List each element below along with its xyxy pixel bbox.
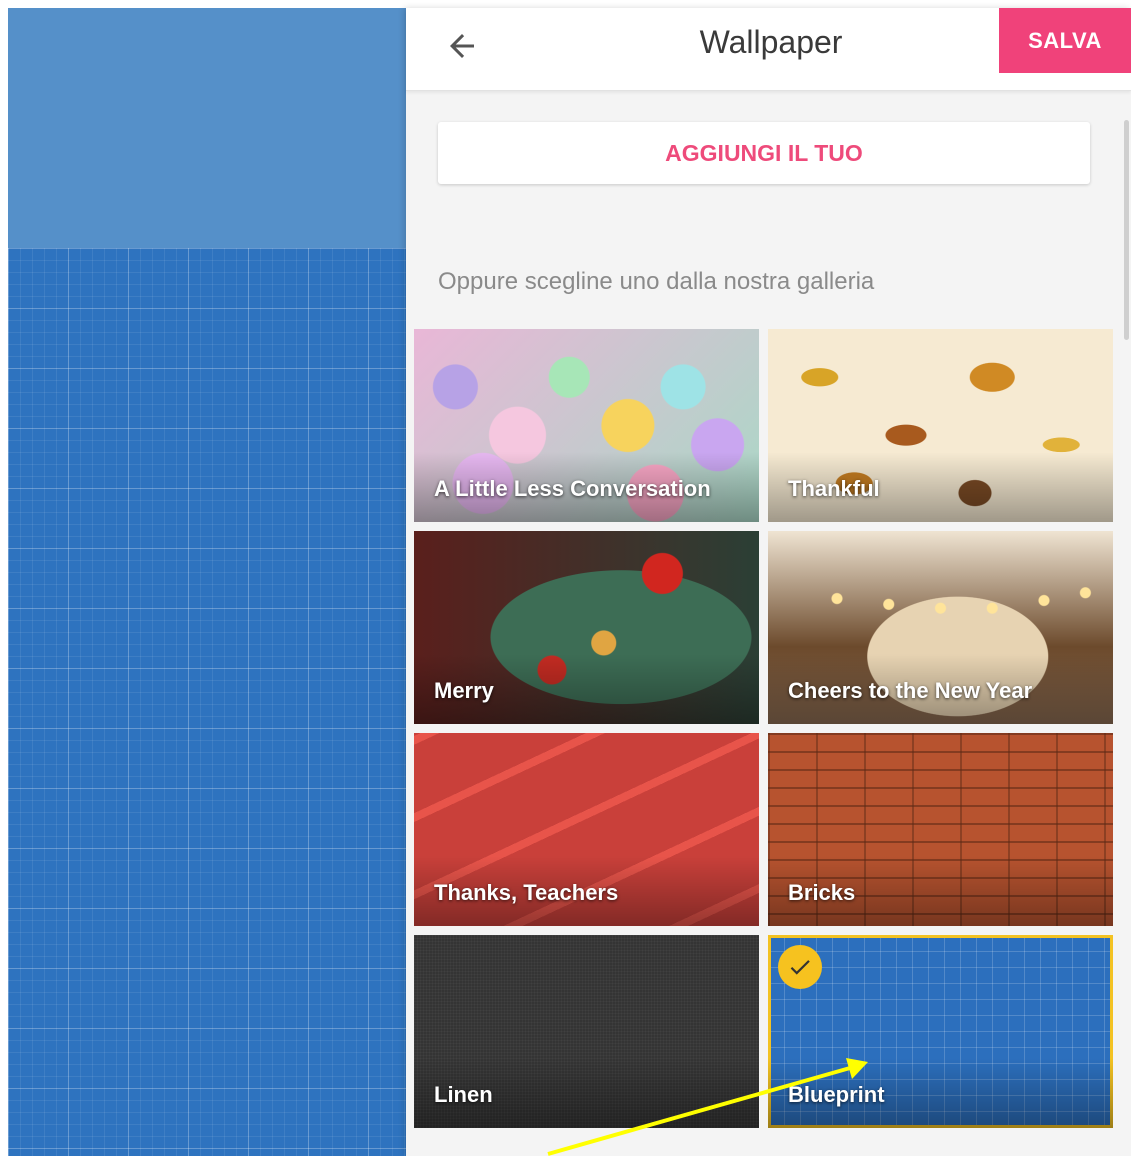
tile-label: Linen — [434, 1082, 493, 1107]
wallpaper-tile-cheers-to-the-new-year[interactable]: Cheers to the New Year — [768, 531, 1113, 724]
wallpaper-tile-thankful[interactable]: Thankful — [768, 329, 1113, 522]
check-icon — [790, 960, 810, 975]
wallpaper-tile-merry[interactable]: Merry — [414, 531, 759, 724]
tile-label: Cheers to the New Year — [788, 678, 1033, 703]
selected-check-icon — [778, 945, 822, 989]
scrollbar[interactable] — [1124, 120, 1129, 340]
page-title: Wallpaper — [699, 24, 843, 60]
back-button[interactable] — [438, 22, 486, 70]
preview-header-area — [8, 8, 406, 248]
save-button[interactable]: SALVA — [999, 8, 1131, 73]
tile-label: A Little Less Conversation — [434, 476, 711, 501]
tile-label: Thanks, Teachers — [434, 880, 619, 905]
wallpaper-tile-bricks[interactable]: Bricks — [768, 733, 1113, 926]
gallery-subtitle: Oppure scegline uno dalla nostra galleri… — [438, 268, 875, 295]
wallpaper-panel: Wallpaper SALVA AGGIUNGI IL TUO Oppure s… — [406, 8, 1131, 1156]
wallpaper-tile-a-little-less-conversation[interactable]: A Little Less Conversation — [414, 329, 759, 522]
wallpaper-tile-linen[interactable]: Linen — [414, 935, 759, 1128]
tile-label: Bricks — [788, 880, 856, 905]
wallpaper-tile-thanks-teachers[interactable]: Thanks, Teachers — [414, 733, 759, 926]
add-your-own-button[interactable]: AGGIUNGI IL TUO — [438, 122, 1090, 184]
tile-label: Thankful — [788, 476, 880, 501]
tile-label: Blueprint — [788, 1082, 885, 1107]
top-bar: Wallpaper SALVA — [406, 8, 1131, 91]
tile-label: Merry — [434, 678, 494, 703]
arrow-back-icon — [450, 34, 474, 58]
wallpaper-tile-blueprint[interactable]: Blueprint — [768, 935, 1113, 1128]
